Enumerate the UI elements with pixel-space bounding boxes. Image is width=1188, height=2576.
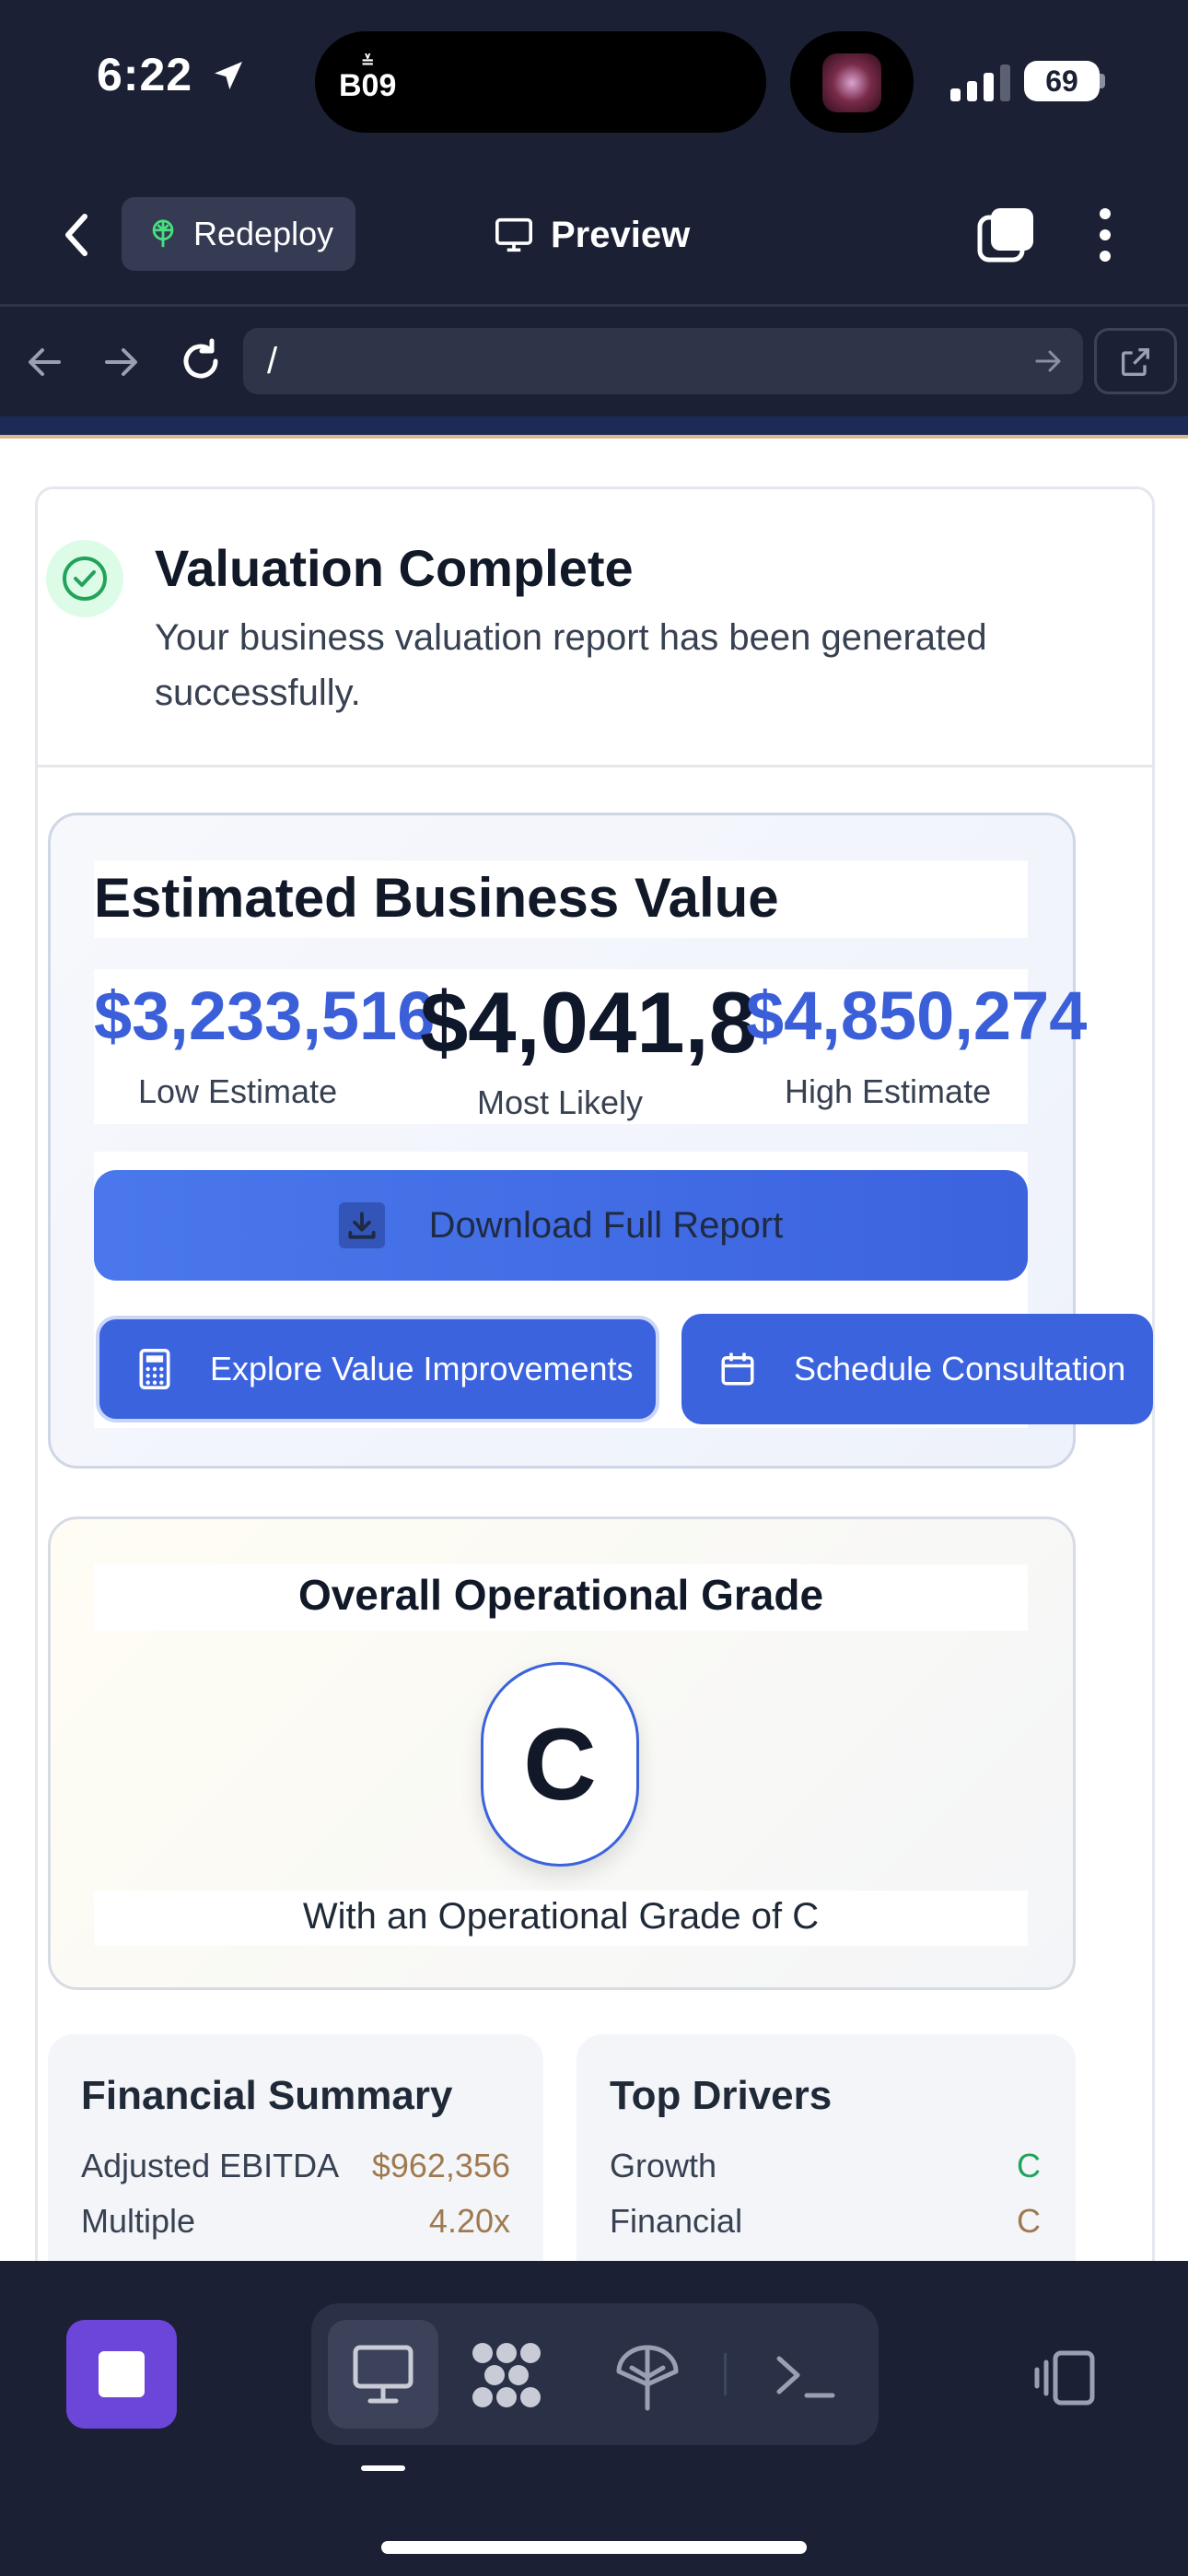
most-likely-label: Most Likely bbox=[477, 1083, 644, 1121]
financial-row-value: $962,356 bbox=[371, 2147, 510, 2184]
tabs-icon[interactable] bbox=[976, 205, 1037, 265]
preview-title: Preview bbox=[494, 207, 690, 263]
page-content: Valuation Complete Your business valuati… bbox=[0, 439, 1188, 2261]
desktop-view-tab[interactable] bbox=[328, 2320, 438, 2429]
island-app-logo: ≚ B09 bbox=[339, 53, 397, 103]
stop-icon bbox=[99, 2351, 145, 2397]
battery-indicator: 69 bbox=[1024, 61, 1100, 101]
redeploy-button[interactable]: Redeploy bbox=[122, 197, 355, 271]
driver-row-label: Financial bbox=[610, 2202, 743, 2240]
island-app-icon bbox=[822, 53, 881, 112]
calculator-icon bbox=[139, 1349, 170, 1389]
home-indicator[interactable] bbox=[381, 2541, 807, 2554]
top-drivers-title: Top Drivers bbox=[610, 2073, 833, 2118]
check-circle-icon bbox=[63, 556, 107, 601]
financial-row-label: Multiple bbox=[81, 2202, 196, 2240]
calendar-icon bbox=[721, 1352, 754, 1386]
grade-badge: C bbox=[481, 1662, 639, 1867]
driver-row-grade: C bbox=[1017, 2202, 1041, 2240]
nav-back-icon[interactable] bbox=[22, 339, 68, 385]
url-text: / bbox=[267, 340, 278, 381]
chevron-left-icon[interactable] bbox=[55, 207, 101, 263]
location-arrow-icon bbox=[214, 62, 242, 89]
low-estimate-value: $3,233,516 bbox=[94, 978, 436, 1054]
explore-improvements-button[interactable]: Explore Value Improvements bbox=[96, 1316, 659, 1423]
download-icon bbox=[338, 1202, 385, 1248]
reload-icon[interactable] bbox=[175, 335, 227, 387]
grade-title: Overall Operational Grade bbox=[297, 1571, 824, 1619]
financial-row-label: Adjusted EBITDA bbox=[81, 2147, 340, 2184]
monitor-icon bbox=[495, 217, 532, 252]
high-estimate-value: $4,850,274 bbox=[746, 978, 1088, 1054]
driver-row-label: Growth bbox=[610, 2147, 717, 2184]
deploy-tree-icon bbox=[152, 219, 174, 248]
valuation-description: Your business valuation report has been … bbox=[155, 617, 987, 713]
device-frame-icon[interactable] bbox=[1031, 2348, 1098, 2408]
high-estimate-label: High Estimate bbox=[785, 1072, 992, 1110]
download-report-button[interactable]: Download Full Report bbox=[94, 1170, 1028, 1281]
active-tab-indicator bbox=[361, 2465, 405, 2471]
more-menu-icon[interactable] bbox=[1094, 205, 1116, 265]
url-go-icon[interactable] bbox=[1030, 343, 1066, 380]
driver-row-grade: C bbox=[1017, 2147, 1041, 2184]
valuation-title: Valuation Complete bbox=[155, 539, 634, 597]
status-time: 6:22 bbox=[97, 48, 247, 101]
open-external-button[interactable] bbox=[1094, 328, 1177, 394]
section-divider bbox=[35, 765, 1155, 767]
financial-summary-title: Financial Summary bbox=[81, 2073, 453, 2118]
url-input[interactable]: / bbox=[243, 328, 1083, 394]
success-badge bbox=[46, 540, 123, 617]
most-likely-value: $4,041,8 bbox=[420, 974, 757, 1071]
monitor-icon bbox=[353, 2345, 413, 2404]
apps-grid-icon[interactable] bbox=[470, 2340, 543, 2410]
stop-button[interactable] bbox=[66, 2320, 177, 2429]
grade-subtitle: With an Operational Grade of C bbox=[302, 1896, 820, 1937]
header-divider bbox=[0, 304, 1188, 307]
terminal-icon[interactable] bbox=[772, 2348, 836, 2403]
battery-nub bbox=[1100, 74, 1105, 88]
page-accent-strip bbox=[0, 416, 1188, 439]
switcher-separator bbox=[724, 2353, 727, 2395]
financial-row-value: 4.20x bbox=[428, 2202, 510, 2240]
external-link-icon bbox=[1122, 348, 1149, 376]
nav-forward-icon[interactable] bbox=[98, 339, 144, 385]
signal-icon bbox=[950, 64, 1010, 101]
estimate-title: Estimated Business Value bbox=[94, 867, 779, 929]
schedule-consultation-button[interactable]: Schedule Consultation bbox=[681, 1314, 1153, 1424]
low-estimate-label: Low Estimate bbox=[138, 1072, 338, 1110]
deploy-tree-icon[interactable] bbox=[611, 2340, 683, 2414]
